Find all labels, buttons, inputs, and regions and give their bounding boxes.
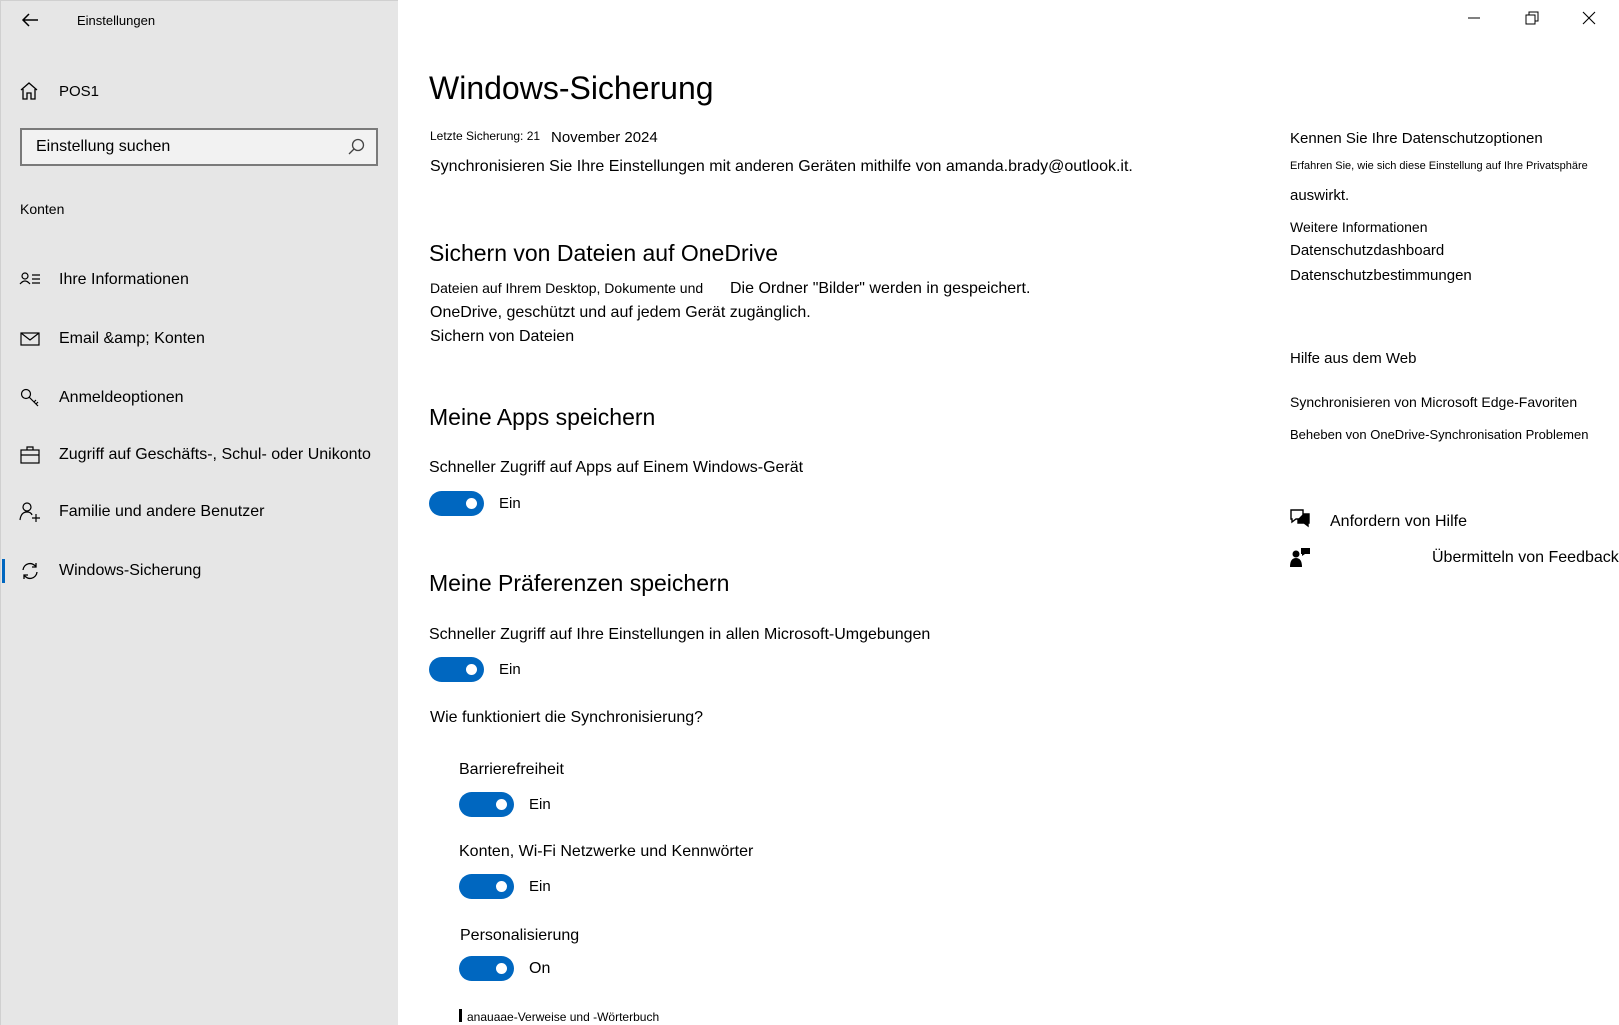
backup-files-link[interactable]: Sichern von Dateien (430, 328, 574, 346)
personalization-label: Personalisierung (460, 927, 580, 944)
add-user-icon (19, 501, 41, 523)
window-title: Einstellungen (77, 13, 156, 28)
personalization-toggle-state: On (529, 959, 551, 977)
sidebar-item-ihre-informationen[interactable]: Ihre Informationen (1, 258, 399, 302)
personalization-toggle-row: On (459, 956, 550, 981)
close-icon (1582, 11, 1596, 25)
key-icon (19, 387, 41, 409)
accounts-wifi-toggle[interactable] (459, 874, 514, 899)
privacy-dashboard-link[interactable]: Datenschutzdashboard (1290, 242, 1444, 259)
search-input[interactable] (22, 137, 346, 157)
sync-icon (19, 560, 41, 582)
onedrive-text-3: OneDrive, geschützt und auf jedem Gerät … (430, 304, 811, 321)
accessibility-toggle-row: Ein (459, 792, 551, 817)
apps-heading: Meine Apps speichern (429, 404, 656, 430)
onedrive-text-1: Dateien auf Ihrem Desktop, Dokumente und (430, 280, 704, 296)
close-button[interactable] (1574, 8, 1604, 28)
feedback-link[interactable]: Übermitteln von Feedback (1432, 549, 1619, 567)
sidebar-item-work-school[interactable]: Zugriff auf Geschäfts-, Schul- oder Unik… (1, 433, 399, 477)
preferences-toggle-row: Ein (429, 657, 521, 682)
sidebar-item-label: Familie und andere Benutzer (59, 503, 265, 520)
preferences-description: Schneller Zugriff auf Ihre Einstellungen… (429, 626, 931, 643)
help-heading: Hilfe aus dem Web (1290, 350, 1417, 367)
edge-favorites-help-link[interactable]: Synchronisieren von Microsoft Edge-Favor… (1290, 394, 1577, 410)
back-button[interactable] (19, 9, 41, 31)
minimize-button[interactable] (1459, 8, 1489, 28)
apps-toggle-state: Ein (499, 495, 521, 512)
home-label: POS1 (59, 82, 100, 100)
accessibility-toggle-state: Ein (529, 796, 551, 813)
onedrive-heading: Sichern von Dateien auf OneDrive (429, 240, 779, 266)
mail-icon (19, 328, 41, 350)
privacy-description: Erfahren Sie, wie sich diese Einstellung… (1290, 160, 1588, 172)
onedrive-sync-help-link[interactable]: Beheben von OneDrive-Synchronisation Pro… (1290, 427, 1588, 442)
apps-toggle[interactable] (429, 491, 484, 516)
sidebar-item-label: Anmeldeoptionen (59, 389, 184, 406)
back-arrow-icon (21, 13, 38, 27)
search-icon[interactable] (346, 137, 366, 157)
get-help-link[interactable]: Anfordern von Hilfe (1330, 513, 1467, 531)
sidebar-item-label: Ihre Informationen (59, 271, 189, 288)
accessibility-toggle[interactable] (459, 792, 514, 817)
apps-toggle-row: Ein (429, 491, 521, 516)
preferences-toggle[interactable] (429, 657, 484, 682)
sidebar-item-windows-sicherung[interactable]: Windows-Sicherung (1, 549, 399, 593)
home-button[interactable]: POS1 (19, 79, 99, 103)
get-help-icon (1288, 507, 1312, 529)
sidebar-item-email-konten[interactable]: Email &amp; Konten (1, 317, 399, 361)
accessibility-label: Barrierefreiheit (459, 761, 564, 778)
accounts-wifi-label: Konten, Wi-Fi Netzwerke und Kennwörter (459, 843, 754, 860)
last-backup-label: Letzte Sicherung: 21 (430, 129, 541, 143)
sidebar-item-label: Zugriff auf Geschäfts-, Schul- oder Unik… (59, 446, 371, 463)
preferences-heading: Meine Präferenzen speichern (429, 570, 730, 596)
accounts-wifi-toggle-row: Ein (459, 874, 551, 899)
sync-account-text: Synchronisieren Sie Ihre Einstellungen m… (430, 158, 1133, 175)
privacy-heading: Kennen Sie Ihre Datenschutzoptionen (1290, 130, 1543, 147)
how-sync-works-link[interactable]: Wie funktioniert die Synchronisierung? (430, 709, 703, 727)
onedrive-text-2: Die Ordner "Bilder" werden in gespeicher… (730, 280, 1031, 297)
privacy-description-cont: auswirkt. (1290, 187, 1350, 204)
section-label: Konten (20, 201, 65, 217)
sidebar-item-label: Windows-Sicherung (59, 562, 202, 579)
search-box[interactable] (20, 128, 378, 166)
accounts-wifi-toggle-state: Ein (529, 878, 551, 895)
home-icon (20, 82, 38, 100)
feedback-icon (1289, 546, 1311, 568)
briefcase-icon (19, 444, 41, 466)
sidebar: Einstellungen POS1 Konten Ihre Informati… (0, 0, 398, 1025)
page-title: Windows-Sicherung (429, 70, 714, 106)
personalization-toggle[interactable] (459, 956, 514, 981)
restore-icon (1525, 11, 1539, 25)
privacy-statement-link[interactable]: Datenschutzbestimmungen (1290, 267, 1472, 284)
more-info-link[interactable]: Weitere Informationen (1290, 219, 1427, 235)
last-backup-value: November 2024 (551, 129, 658, 146)
preferences-toggle-state: Ein (499, 661, 521, 678)
apps-description: Schneller Zugriff auf Apps auf Einem Win… (429, 459, 804, 476)
sidebar-item-familie[interactable]: Familie und andere Benutzer (1, 490, 399, 534)
minimize-icon (1468, 17, 1480, 19)
sidebar-item-anmeldeoptionen[interactable]: Anmeldeoptionen (1, 376, 399, 420)
user-info-icon (19, 269, 41, 291)
restore-button[interactable] (1517, 8, 1547, 28)
sidebar-item-label: Email &amp; Konten (59, 330, 205, 347)
